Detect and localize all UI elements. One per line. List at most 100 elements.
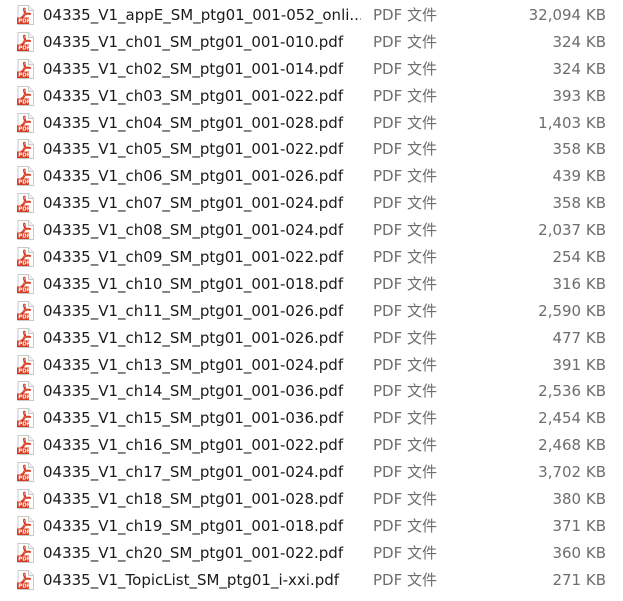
svg-text:PDF: PDF bbox=[18, 19, 30, 25]
pdf-file-icon: PDF bbox=[17, 112, 34, 133]
file-type: PDF 文件 bbox=[373, 32, 437, 51]
file-type: PDF 文件 bbox=[373, 6, 437, 24]
file-name: 04335_V1_ch16_SM_ptg01_001-022.pdf bbox=[43, 436, 344, 455]
file-row[interactable]: PDF 04335_V1_ch06_SM_ptg01_001-026.pdf P… bbox=[0, 163, 623, 190]
pdf-file-icon: PDF bbox=[17, 354, 34, 375]
svg-text:PDF: PDF bbox=[18, 422, 30, 428]
file-size: 393 KB bbox=[552, 86, 606, 105]
file-type: PDF 文件 bbox=[373, 409, 437, 428]
file-row[interactable]: PDF 04335_V1_ch07_SM_ptg01_001-024.pdf P… bbox=[0, 190, 623, 217]
file-size: 324 KB bbox=[552, 59, 606, 78]
file-row[interactable]: PDF 04335_V1_ch11_SM_ptg01_001-026.pdf P… bbox=[0, 298, 623, 325]
file-row[interactable]: PDF 04335_V1_ch03_SM_ptg01_001-022.pdf P… bbox=[0, 83, 623, 110]
pdf-file-icon: PDF bbox=[17, 300, 34, 321]
pdf-file-icon: PDF bbox=[17, 5, 34, 25]
file-type: PDF 文件 bbox=[373, 274, 437, 293]
file-size: 2,454 KB bbox=[538, 409, 606, 428]
pdf-file-icon: PDF bbox=[17, 327, 34, 348]
file-row[interactable]: PDF 04335_V1_ch16_SM_ptg01_001-022.pdf P… bbox=[0, 432, 623, 459]
file-size: 271 KB bbox=[552, 570, 606, 589]
svg-text:PDF: PDF bbox=[18, 530, 30, 536]
pdf-file-icon: PDF bbox=[17, 542, 34, 563]
file-row[interactable]: PDF 04335_V1_ch13_SM_ptg01_001-024.pdf P… bbox=[0, 352, 623, 379]
file-size: 358 KB bbox=[552, 194, 606, 213]
file-row[interactable]: PDF 04335_V1_ch18_SM_ptg01_001-028.pdf P… bbox=[0, 486, 623, 513]
file-type: PDF 文件 bbox=[373, 436, 437, 455]
pdf-file-icon: PDF bbox=[17, 58, 34, 79]
file-name: 04335_V1_ch06_SM_ptg01_001-026.pdf bbox=[43, 167, 344, 186]
svg-text:PDF: PDF bbox=[18, 126, 30, 132]
file-row[interactable]: PDF 04335_V1_ch20_SM_ptg01_001-022.pdf P… bbox=[0, 540, 623, 567]
pdf-file-icon: PDF bbox=[17, 408, 34, 429]
pdf-file-icon: PDF bbox=[17, 139, 34, 160]
pdf-file-icon: PDF bbox=[17, 515, 34, 536]
file-name: 04335_V1_ch07_SM_ptg01_001-024.pdf bbox=[43, 194, 344, 213]
svg-text:PDF: PDF bbox=[18, 395, 30, 401]
file-size: 371 KB bbox=[552, 516, 606, 535]
file-name: 04335_V1_ch20_SM_ptg01_001-022.pdf bbox=[43, 543, 344, 562]
file-size: 254 KB bbox=[552, 248, 606, 267]
pdf-file-icon: PDF bbox=[17, 462, 34, 483]
file-row[interactable]: PDF 04335_V1_ch02_SM_ptg01_001-014.pdf P… bbox=[0, 56, 623, 83]
file-type: PDF 文件 bbox=[373, 140, 437, 159]
file-name: 04335_V1_TopicList_SM_ptg01_i-xxi.pdf bbox=[43, 570, 340, 589]
file-size: 477 KB bbox=[552, 328, 606, 347]
pdf-file-icon: PDF bbox=[17, 569, 34, 590]
pdf-file-icon: PDF bbox=[17, 166, 34, 187]
file-size: 380 KB bbox=[552, 490, 606, 509]
file-type: PDF 文件 bbox=[373, 490, 437, 509]
file-name: 04335_V1_ch02_SM_ptg01_001-014.pdf bbox=[43, 59, 344, 78]
svg-text:PDF: PDF bbox=[18, 99, 30, 105]
svg-text:PDF: PDF bbox=[18, 45, 30, 51]
file-size: 2,468 KB bbox=[538, 436, 606, 455]
file-name: 04335_V1_ch10_SM_ptg01_001-018.pdf bbox=[43, 274, 344, 293]
file-size: 2,590 KB bbox=[538, 301, 606, 320]
file-size: 324 KB bbox=[552, 32, 606, 51]
file-size: 2,536 KB bbox=[538, 382, 606, 401]
svg-text:PDF: PDF bbox=[18, 234, 30, 240]
svg-text:PDF: PDF bbox=[18, 449, 30, 455]
svg-text:PDF: PDF bbox=[18, 503, 30, 509]
file-name: 04335_V1_ch04_SM_ptg01_001-028.pdf bbox=[43, 113, 344, 132]
file-size: 32,094 KB bbox=[528, 6, 606, 24]
file-name: 04335_V1_ch19_SM_ptg01_001-018.pdf bbox=[43, 516, 344, 535]
file-type: PDF 文件 bbox=[373, 543, 437, 562]
file-name: 04335_V1_ch03_SM_ptg01_001-022.pdf bbox=[43, 86, 344, 105]
pdf-file-icon: PDF bbox=[17, 273, 34, 294]
file-name: 04335_V1_ch17_SM_ptg01_001-024.pdf bbox=[43, 463, 344, 482]
file-row[interactable]: PDF 04335_V1_ch08_SM_ptg01_001-024.pdf P… bbox=[0, 217, 623, 244]
file-row[interactable]: PDF 04335_V1_ch17_SM_ptg01_001-024.pdf P… bbox=[0, 459, 623, 486]
file-size: 2,037 KB bbox=[538, 221, 606, 240]
file-name: 04335_V1_ch13_SM_ptg01_001-024.pdf bbox=[43, 355, 344, 374]
file-size: 3,702 KB bbox=[538, 463, 606, 482]
file-type: PDF 文件 bbox=[373, 194, 437, 213]
svg-text:PDF: PDF bbox=[18, 207, 30, 213]
file-size: 1,403 KB bbox=[538, 113, 606, 132]
file-row[interactable]: PDF 04335_V1_ch15_SM_ptg01_001-036.pdf P… bbox=[0, 405, 623, 432]
svg-text:PDF: PDF bbox=[18, 180, 30, 186]
file-row[interactable]: PDF 04335_V1_ch14_SM_ptg01_001-036.pdf P… bbox=[0, 378, 623, 405]
file-row[interactable]: PDF 04335_V1_ch04_SM_ptg01_001-028.pdf P… bbox=[0, 110, 623, 137]
svg-text:PDF: PDF bbox=[18, 314, 30, 320]
file-row[interactable]: PDF 04335_V1_ch10_SM_ptg01_001-018.pdf P… bbox=[0, 271, 623, 298]
file-row[interactable]: PDF 04335_V1_ch19_SM_ptg01_001-018.pdf P… bbox=[0, 513, 623, 540]
file-type: PDF 文件 bbox=[373, 570, 437, 589]
file-name: 04335_V1_ch18_SM_ptg01_001-028.pdf bbox=[43, 490, 344, 509]
file-row[interactable]: PDF 04335_V1_ch09_SM_ptg01_001-022.pdf P… bbox=[0, 244, 623, 271]
file-size: 316 KB bbox=[552, 274, 606, 293]
file-type: PDF 文件 bbox=[373, 301, 437, 320]
file-name: 04335_V1_ch15_SM_ptg01_001-036.pdf bbox=[43, 409, 344, 428]
file-type: PDF 文件 bbox=[373, 516, 437, 535]
svg-text:PDF: PDF bbox=[18, 153, 30, 159]
svg-text:PDF: PDF bbox=[18, 583, 30, 589]
file-row[interactable]: PDF 04335_V1_appE_SM_ptg01_001-052_onli.… bbox=[0, 2, 623, 29]
file-type: PDF 文件 bbox=[373, 355, 437, 374]
file-size: 360 KB bbox=[552, 543, 606, 562]
file-size: 358 KB bbox=[552, 140, 606, 159]
pdf-file-icon: PDF bbox=[17, 85, 34, 106]
file-type: PDF 文件 bbox=[373, 113, 437, 132]
file-row[interactable]: PDF 04335_V1_TopicList_SM_ptg01_i-xxi.pd… bbox=[0, 567, 623, 594]
file-row[interactable]: PDF 04335_V1_ch12_SM_ptg01_001-026.pdf P… bbox=[0, 325, 623, 352]
file-row[interactable]: PDF 04335_V1_ch05_SM_ptg01_001-022.pdf P… bbox=[0, 136, 623, 163]
file-row[interactable]: PDF 04335_V1_ch01_SM_ptg01_001-010.pdf P… bbox=[0, 29, 623, 56]
